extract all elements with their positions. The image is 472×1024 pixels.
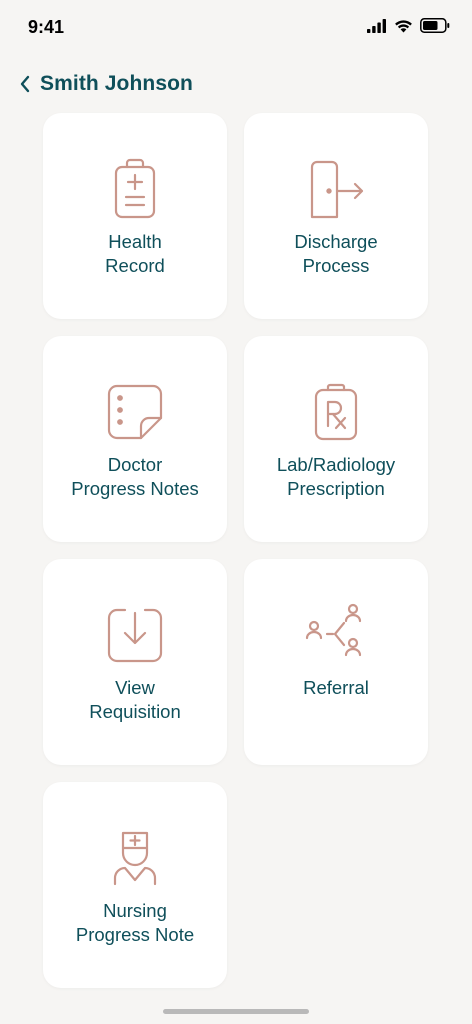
card-label-line1: Referral <box>303 677 369 698</box>
signal-icon <box>367 18 386 33</box>
discharge-process-card[interactable]: Discharge Process <box>244 113 428 319</box>
card-label-line2: Process <box>302 255 370 276</box>
card-label-line1: Discharge <box>294 231 378 252</box>
doctor-progress-notes-card[interactable]: Doctor Progress Notes <box>43 336 227 542</box>
card-label: Lab/Radiology Prescription <box>252 453 420 501</box>
status-bar: 9:41 <box>0 0 472 56</box>
card-label-line2: Progress Notes <box>71 478 199 499</box>
status-time: 9:41 <box>28 17 65 37</box>
screen: 9:41 Smith Johnson Health Record Dischar… <box>0 0 472 1024</box>
view-requisition-card[interactable]: View Requisition <box>43 559 227 765</box>
back-chevron-icon[interactable] <box>14 73 36 95</box>
card-label-line2: Prescription <box>287 478 385 499</box>
card-label-line1: Health <box>108 231 162 252</box>
card-label: Doctor Progress Notes <box>51 453 219 501</box>
card-label-line2: Requisition <box>89 701 181 722</box>
nurse-icon <box>103 826 167 890</box>
page-title: Smith Johnson <box>40 72 193 95</box>
card-label-line1: View <box>115 677 155 698</box>
card-label: Discharge Process <box>252 230 420 278</box>
nursing-progress-note-card[interactable]: Nursing Progress Note <box>43 782 227 988</box>
wifi-icon <box>395 19 412 32</box>
battery-icon <box>420 18 450 33</box>
card-label-line1: Doctor <box>107 454 163 475</box>
header: Smith Johnson <box>14 66 193 102</box>
referral-card[interactable]: Referral <box>244 559 428 765</box>
referral-people-icon <box>304 603 368 667</box>
card-label: Health Record <box>51 230 219 278</box>
health-record-card[interactable]: Health Record <box>43 113 227 319</box>
clipboard-plus-icon <box>103 157 167 221</box>
card-label-line2: Progress Note <box>75 924 195 945</box>
download-box-icon <box>103 603 167 667</box>
lab-radiology-prescription-card[interactable]: Lab/Radiology Prescription <box>244 336 428 542</box>
sticky-note-icon <box>103 380 167 444</box>
rx-clipboard-icon <box>304 380 368 444</box>
status-icons <box>367 18 450 33</box>
home-indicator[interactable] <box>163 1009 309 1014</box>
card-label-line1: Lab/Radiology <box>276 454 396 475</box>
card-label: Referral <box>252 676 420 700</box>
door-exit-icon <box>304 157 368 221</box>
card-label-line2: Record <box>105 255 165 276</box>
card-label: Nursing Progress Note <box>51 899 219 947</box>
card-label-line1: Nursing <box>103 900 167 921</box>
card-label: View Requisition <box>51 676 219 724</box>
